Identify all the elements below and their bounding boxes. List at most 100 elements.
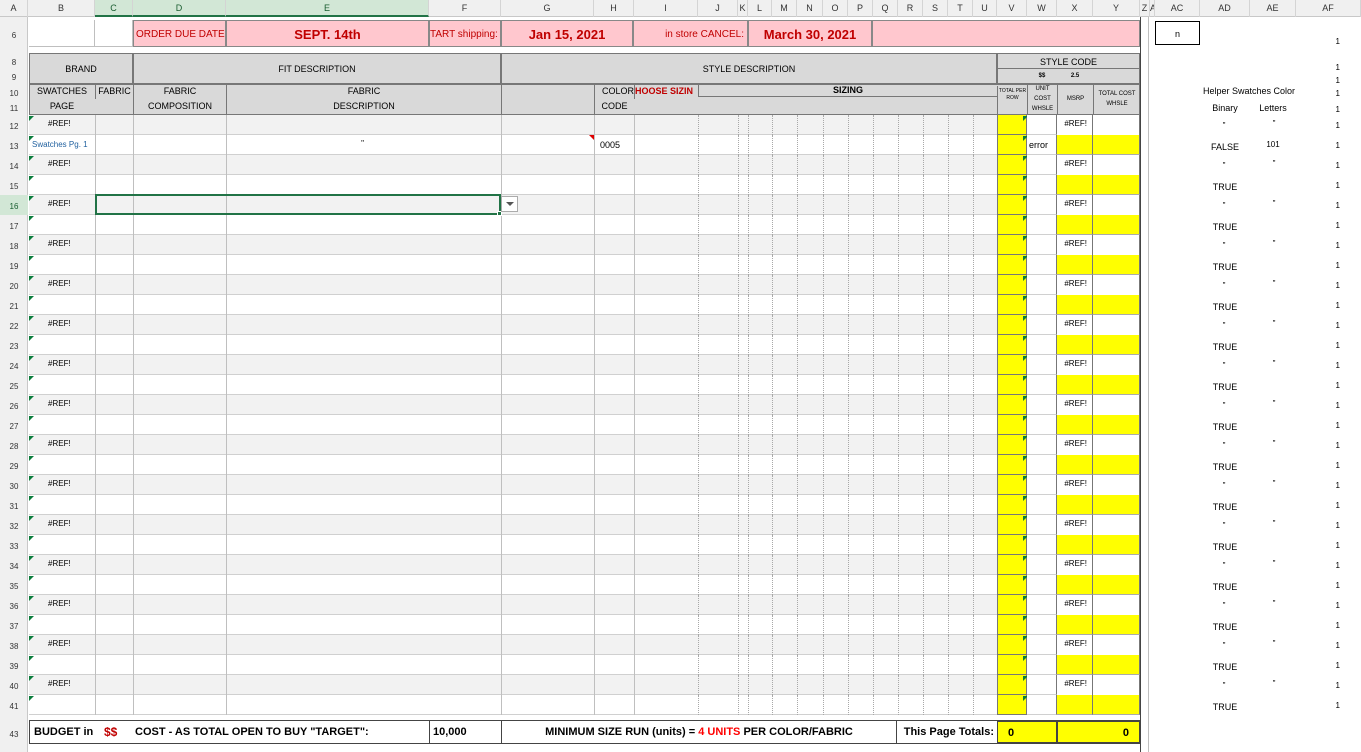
row-12-unit-cost[interactable] xyxy=(1027,115,1057,135)
row-12-total-cost[interactable] xyxy=(1093,115,1140,135)
row-header-11[interactable]: 11 xyxy=(0,99,28,115)
row-38-unit-cost[interactable] xyxy=(1027,635,1057,655)
row-17-total-cost[interactable] xyxy=(1093,215,1140,235)
row-35-msrp[interactable] xyxy=(1057,575,1093,595)
column-header-s[interactable]: S xyxy=(923,0,948,17)
column-header-t[interactable]: T xyxy=(948,0,973,17)
column-header-z[interactable]: Z xyxy=(1140,0,1150,17)
column-header-b[interactable]: B xyxy=(28,0,95,17)
row-17-msrp[interactable] xyxy=(1057,215,1093,235)
row-29-msrp[interactable] xyxy=(1057,455,1093,475)
row-header-43[interactable]: 43 xyxy=(0,722,28,744)
column-header-c[interactable]: C xyxy=(95,0,133,17)
row-header-34[interactable]: 34 xyxy=(0,555,28,575)
column-header-x[interactable]: X xyxy=(1057,0,1093,17)
row-header-40[interactable]: 40 xyxy=(0,675,28,695)
column-header-q[interactable]: Q xyxy=(873,0,898,17)
swatches-link[interactable]: Swatches Pg. 1 xyxy=(32,138,94,152)
row-19-msrp[interactable] xyxy=(1057,255,1093,275)
row-37-total-cost[interactable] xyxy=(1093,615,1140,635)
row-header-32[interactable]: 32 xyxy=(0,515,28,535)
row-19-total-cost[interactable] xyxy=(1093,255,1140,275)
row-header-17[interactable]: 17 xyxy=(0,215,28,235)
column-header-f[interactable]: F xyxy=(429,0,501,17)
row-34-total-cost[interactable] xyxy=(1093,555,1140,575)
row-23-unit-cost[interactable] xyxy=(1027,335,1057,355)
column-header-g[interactable]: G xyxy=(501,0,594,17)
row-38-total-cost[interactable] xyxy=(1093,635,1140,655)
header-blank-b6[interactable] xyxy=(29,20,95,47)
row-header-14[interactable]: 14 xyxy=(0,155,28,175)
row-header-19[interactable]: 19 xyxy=(0,255,28,275)
row-header-20[interactable]: 20 xyxy=(0,275,28,295)
row-33-total-cost[interactable] xyxy=(1093,535,1140,555)
column-header-ac[interactable]: AC xyxy=(1155,0,1200,17)
column-header-r[interactable]: R xyxy=(898,0,923,17)
row-24-unit-cost[interactable] xyxy=(1027,355,1057,375)
row-27-unit-cost[interactable] xyxy=(1027,415,1057,435)
row-36-unit-cost[interactable] xyxy=(1027,595,1057,615)
row-41-msrp[interactable] xyxy=(1057,695,1093,715)
row-27-total-cost[interactable] xyxy=(1093,415,1140,435)
row-header-8[interactable]: 8 xyxy=(0,53,28,68)
row-13-msrp[interactable] xyxy=(1057,135,1093,155)
row-header-33[interactable]: 33 xyxy=(0,535,28,555)
column-header-ad[interactable]: AD xyxy=(1200,0,1250,17)
row-17-unit-cost[interactable] xyxy=(1027,215,1057,235)
row-28-unit-cost[interactable] xyxy=(1027,435,1057,455)
order-due-value[interactable]: SEPT. 14th xyxy=(226,20,429,47)
row-33-msrp[interactable] xyxy=(1057,535,1093,555)
column-header-p[interactable]: P xyxy=(848,0,873,17)
row-39-total-cost[interactable] xyxy=(1093,655,1140,675)
row-15-msrp[interactable] xyxy=(1057,175,1093,195)
row-14-unit-cost[interactable] xyxy=(1027,155,1057,175)
row-29-unit-cost[interactable] xyxy=(1027,455,1057,475)
column-header-d[interactable]: D xyxy=(133,0,226,17)
row-35-unit-cost[interactable] xyxy=(1027,575,1057,595)
row-15-total-cost[interactable] xyxy=(1093,175,1140,195)
row-14-total-cost[interactable] xyxy=(1093,155,1140,175)
row-15-unit-cost[interactable] xyxy=(1027,175,1057,195)
row-26-total-cost[interactable] xyxy=(1093,395,1140,415)
row-26-unit-cost[interactable] xyxy=(1027,395,1057,415)
row-header-21[interactable]: 21 xyxy=(0,295,28,315)
row-header-18[interactable]: 18 xyxy=(0,235,28,255)
row-header-37[interactable]: 37 xyxy=(0,615,28,635)
row-36-total-cost[interactable] xyxy=(1093,595,1140,615)
row-header-13[interactable]: 13 xyxy=(0,135,28,155)
column-header-n[interactable]: N xyxy=(797,0,823,17)
row-21-msrp[interactable] xyxy=(1057,295,1093,315)
row-41-unit-cost[interactable] xyxy=(1027,695,1057,715)
start-shipping-value[interactable]: Jan 15, 2021 xyxy=(501,20,633,47)
row-header-39[interactable]: 39 xyxy=(0,655,28,675)
dropdown-button[interactable] xyxy=(501,196,518,212)
column-header-y[interactable]: Y xyxy=(1093,0,1140,17)
column-header-w[interactable]: W xyxy=(1027,0,1057,17)
row-31-msrp[interactable] xyxy=(1057,495,1093,515)
row-31-unit-cost[interactable] xyxy=(1027,495,1057,515)
row-header-30[interactable]: 30 xyxy=(0,475,28,495)
row-header-38[interactable]: 38 xyxy=(0,635,28,655)
row-header-41[interactable]: 41 xyxy=(0,695,28,715)
row-header-36[interactable]: 36 xyxy=(0,595,28,615)
row-37-unit-cost[interactable] xyxy=(1027,615,1057,635)
column-header-j[interactable]: J xyxy=(698,0,738,17)
column-header-h[interactable]: H xyxy=(594,0,634,17)
active-cell-selection[interactable] xyxy=(95,194,501,215)
row-header-10[interactable]: 10 xyxy=(0,84,28,99)
header-pink-fill[interactable] xyxy=(872,20,1140,47)
row-23-msrp[interactable] xyxy=(1057,335,1093,355)
row-41-total-cost[interactable] xyxy=(1093,695,1140,715)
row-33-unit-cost[interactable] xyxy=(1027,535,1057,555)
row-18-unit-cost[interactable] xyxy=(1027,235,1057,255)
row-header-28[interactable]: 28 xyxy=(0,435,28,455)
row-header-24[interactable]: 24 xyxy=(0,355,28,375)
row-header-35[interactable]: 35 xyxy=(0,575,28,595)
cancel-value[interactable]: March 30, 2021 xyxy=(748,20,872,47)
row-40-total-cost[interactable] xyxy=(1093,675,1140,695)
row-30-unit-cost[interactable] xyxy=(1027,475,1057,495)
row-13-total-cost[interactable] xyxy=(1093,135,1140,155)
row-21-unit-cost[interactable] xyxy=(1027,295,1057,315)
row-21-total-cost[interactable] xyxy=(1093,295,1140,315)
column-header-ae[interactable]: AE xyxy=(1250,0,1296,17)
